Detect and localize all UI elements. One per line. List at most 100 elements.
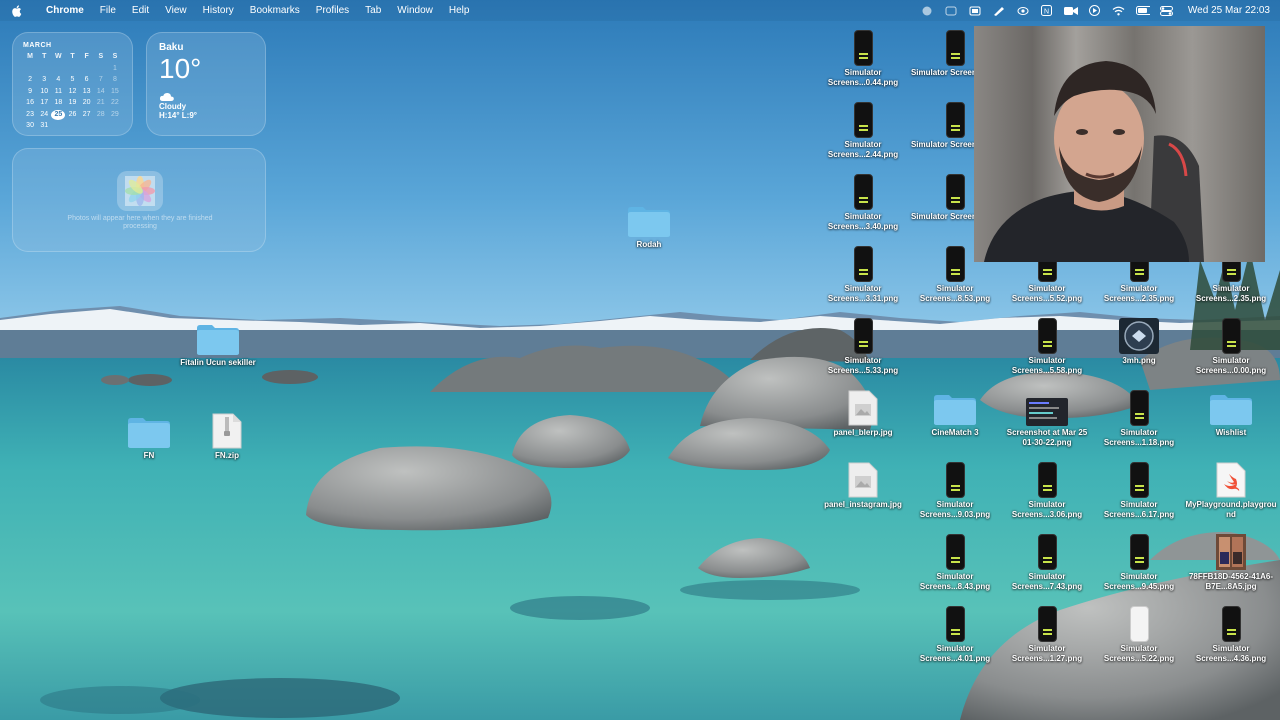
desktop-file-item[interactable]: Simulator Screens...3.40.png [817, 172, 909, 232]
calendar-day: 4 [56, 76, 61, 83]
desktop-item-label: Screenshot at Mar 25 01-30-22.png [1006, 428, 1088, 447]
desktop-file-item[interactable]: 3mh.png [1093, 316, 1185, 366]
calendar-day [51, 121, 65, 132]
menu-window[interactable]: Window [389, 5, 441, 16]
phone-screenshot-icon [945, 604, 965, 642]
zip-file-icon [212, 411, 242, 449]
desktop-item-label: Simulator Screens...0.00.png [1195, 356, 1267, 375]
menu-profiles[interactable]: Profiles [308, 5, 357, 16]
play-icon[interactable] [1088, 5, 1102, 17]
desktop-file-item[interactable]: Simulator Screens...3.31.png [817, 244, 909, 304]
desktop-item-label: Simulator Screens...9.45.png [1103, 572, 1175, 591]
desktop-file-item[interactable]: Simulator Screens...7.43.png [1001, 532, 1093, 592]
phone-screenshot-icon [1221, 316, 1241, 354]
weather-widget[interactable]: Baku 10° Cloudy H:14° L:9° [146, 32, 266, 136]
desktop-file-item[interactable]: Simulator Screens...5.22.png [1093, 604, 1185, 664]
phone-screenshot-icon [945, 532, 965, 570]
desktop-item-label: Simulator Screens...8.43.png [919, 572, 991, 591]
phone-screenshot-icon [1037, 604, 1057, 642]
phone-screenshot-icon [1037, 460, 1057, 498]
image-file-icon [848, 460, 878, 498]
desktop-file-item[interactable]: Simulator Screens...4.01.png [909, 604, 1001, 664]
control-center-icon[interactable] [1160, 5, 1174, 17]
calendar-day [65, 121, 79, 132]
desktop-file-item[interactable]: Simulator Screens...0.44.png [817, 28, 909, 88]
photos-message: Photos will appear here when they are fi… [67, 215, 213, 230]
desktop-file-item[interactable]: Simulator Screens...9.03.png [909, 460, 1001, 520]
desktop-file-item[interactable]: panel_blerp.jpg [817, 388, 909, 438]
calendar-day: 19 [68, 99, 77, 106]
image-thumbnail-icon [1119, 316, 1159, 354]
calendar-day: 29 [111, 110, 119, 118]
calendar-day: 3 [42, 76, 47, 83]
svg-text:N: N [1044, 9, 1049, 16]
menu-clock[interactable]: Wed 25 Mar 22:03 [1188, 5, 1270, 16]
desktop-item-label: Simulator Screens...3.31.png [827, 284, 899, 303]
weather-city: Baku [159, 42, 184, 53]
menu-app-chrome[interactable]: Chrome [38, 5, 92, 16]
desktop-file-item[interactable]: MyPlayground.playground [1185, 460, 1277, 520]
calendar-weekday: M [27, 53, 33, 60]
desktop-item-label: Simulator Screens...5.58.png [1011, 356, 1083, 375]
desktop-file-item[interactable]: Simulator Screens...2.44.png [817, 100, 909, 160]
calendar-weekday: W [55, 53, 62, 60]
notion-icon[interactable]: N [1040, 5, 1054, 17]
apple-icon[interactable] [12, 4, 32, 17]
facetime-icon[interactable] [1063, 5, 1078, 17]
desktop-item-label: Simulator Screens...4.36.png [1195, 644, 1267, 663]
desktop-file-item[interactable]: panel_instagram.jpg [817, 460, 909, 510]
desktop-file-item[interactable]: Simulator Screens...6.17.png [1093, 460, 1185, 520]
desktop-file-item[interactable]: Simulator Screens...5.58.png [1001, 316, 1093, 376]
calendar-day [94, 121, 108, 132]
desktop-file-item[interactable]: Simulator Screens...0.00.png [1185, 316, 1277, 376]
calendar-day: 31 [40, 122, 49, 129]
menu-edit[interactable]: Edit [124, 5, 157, 16]
calendar-day: 11 [54, 87, 62, 95]
calendar-day: 27 [82, 110, 91, 118]
pen-icon[interactable] [992, 5, 1006, 17]
desktop-file-item[interactable]: Simulator Screens...1.27.png [1001, 604, 1093, 664]
desktop-file-item[interactable]: 78FFB18D-4562-41A6-B7E...8A5.jpg [1185, 532, 1277, 592]
desktop-file-item[interactable]: Simulator Screens...8.43.png [909, 532, 1001, 592]
desktop-folder-item[interactable]: Wishlist [1185, 388, 1277, 438]
calendar-weekday: T [70, 53, 75, 60]
battery-icon[interactable] [1135, 5, 1150, 17]
desktop-folder-item[interactable]: CineMatch 3 [909, 388, 1001, 438]
calendar-widget[interactable]: MARCH M T W T F S S 1 2 3 4 5 6 7 8 9 10 11 12 13 14 15 16 17 18… [12, 32, 133, 136]
menu-tab[interactable]: Tab [357, 5, 389, 16]
desktop-folder-item[interactable]: Fitalin Ucun sekiller [172, 318, 264, 368]
desktop-item-label: FN.zip [215, 451, 239, 460]
desktop-item-label: Simulator Screens...5.22.png [1103, 644, 1175, 663]
display-icon[interactable] [968, 5, 982, 17]
desktop-file-item[interactable]: Screenshot at Mar 25 01-30-22.png [1001, 388, 1093, 448]
desktop-file-item[interactable]: Simulator Screens...9.45.png [1093, 532, 1185, 592]
phone-screenshot-icon [1221, 604, 1241, 642]
swift-playground-icon [1216, 460, 1246, 498]
cloud-icon [159, 92, 174, 101]
screenshot-icon[interactable] [944, 5, 958, 17]
menu-view[interactable]: View [157, 5, 195, 16]
calendar-day: 17 [40, 99, 49, 106]
desktop-item-label: 3mh.png [1122, 356, 1156, 365]
menu-bar: Chrome File Edit View History Bookmarks … [0, 0, 1280, 21]
dot-icon[interactable] [920, 5, 934, 17]
calendar-day: 24 [40, 110, 49, 118]
desktop-file-item[interactable]: Simulator Screens...1.18.png [1093, 388, 1185, 448]
desktop-item-label: panel_blerp.jpg [833, 428, 893, 437]
desktop-folder-item[interactable]: Rodah [603, 200, 695, 250]
menu-file[interactable]: File [92, 5, 124, 16]
photos-widget[interactable]: Photos will appear here when they are fi… [12, 148, 266, 252]
desktop-file-item[interactable]: Simulator Screens...3.06.png [1001, 460, 1093, 520]
desktop-file-item[interactable]: Simulator Screens...4.36.png [1185, 604, 1277, 664]
phone-screenshot-icon [853, 316, 873, 354]
calendar-day: 26 [68, 110, 77, 118]
wifi-icon[interactable] [1112, 5, 1126, 17]
eye-icon[interactable] [1016, 5, 1030, 17]
desktop-file-item[interactable]: Simulator Screens...5.33.png [817, 316, 909, 376]
desktop-file-item[interactable]: FN.zip [181, 411, 273, 461]
menu-history[interactable]: History [195, 5, 242, 16]
desktop-item-label: Simulator Screens...0.44.png [827, 68, 899, 87]
menu-bookmarks[interactable]: Bookmarks [242, 5, 308, 16]
menu-help[interactable]: Help [441, 5, 478, 16]
folder-icon [196, 318, 240, 356]
